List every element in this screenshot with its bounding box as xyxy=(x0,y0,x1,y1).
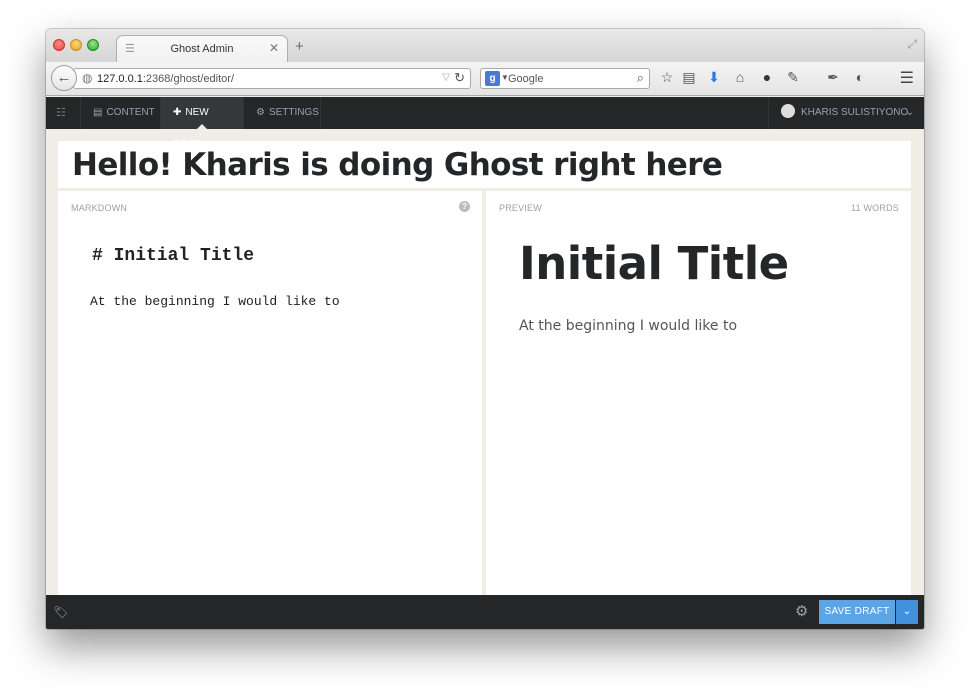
markdown-paragraph[interactable]: At the beginning I would like to xyxy=(90,294,340,309)
settings-icon: ⚙ xyxy=(256,107,265,118)
search-icon[interactable]: ⌕ xyxy=(637,70,644,86)
back-arrow-icon: ← xyxy=(56,69,72,86)
color-wheel-icon[interactable]: ◐ xyxy=(851,69,869,85)
active-indicator xyxy=(197,124,207,129)
tag-icon[interactable]: 🏷 xyxy=(53,605,68,619)
tab-title: Ghost Admin xyxy=(170,43,234,55)
nav-settings[interactable]: ⚙ SETTINGS xyxy=(243,97,321,129)
navigation-bar: ◍ 127.0.0.1:2368/ghost/editor/ ▽ ↻ ← g ▼… xyxy=(46,62,924,96)
zoom-window-button[interactable] xyxy=(87,39,99,51)
preview-paragraph: At the beginning I would like to xyxy=(519,318,738,334)
markdown-heading[interactable]: # Initial Title xyxy=(92,246,254,266)
markdown-pane[interactable]: MARKDOWN ? # Initial Title At the beginn… xyxy=(58,191,482,595)
globe-icon: ◍ xyxy=(82,71,93,85)
search-bar[interactable]: g ▼ Google ⌕ xyxy=(480,68,650,89)
close-tab-icon[interactable]: ✕ xyxy=(269,41,279,55)
new-tab-button[interactable]: + xyxy=(295,38,304,55)
pen-tool-icon[interactable]: ✒ xyxy=(824,69,842,86)
download-icon[interactable]: ⬇ xyxy=(705,69,723,86)
post-title[interactable]: Hello! Kharis is doing Ghost right here xyxy=(72,147,723,183)
preview-pane: PREVIEW 11 WORDS Initial Title At the be… xyxy=(486,191,911,595)
search-input[interactable]: Google xyxy=(508,73,543,85)
help-icon[interactable]: ? xyxy=(459,201,470,212)
menu-icon[interactable]: ☰ xyxy=(900,68,914,88)
eyedropper-icon[interactable]: ✎ xyxy=(784,69,802,86)
back-button[interactable]: ← xyxy=(51,65,77,91)
url-text[interactable]: 127.0.0.1:2368/ghost/editor/ xyxy=(97,73,234,85)
browser-window: ☰ Ghost Admin ✕ + ⤢ ◍ 127.0.0.1:2368/gho… xyxy=(46,29,924,629)
nav-content[interactable]: ▤ CONTENT xyxy=(80,97,167,129)
chevron-down-icon[interactable]: ⌄ xyxy=(906,97,914,129)
content-icon: ▤ xyxy=(93,107,103,118)
extension-icon[interactable]: ● xyxy=(758,69,776,85)
user-name: KHARIS SULISTIYONO xyxy=(801,107,909,118)
reload-icon[interactable]: ↻ xyxy=(454,70,465,86)
tab-strip: ☰ Ghost Admin ✕ + ⤢ xyxy=(46,29,924,63)
url-bar[interactable]: ◍ 127.0.0.1:2368/ghost/editor/ ▽ ↻ xyxy=(73,68,471,89)
preview-heading: Initial Title xyxy=(519,237,789,290)
markdown-label: MARKDOWN xyxy=(71,203,128,213)
editor-footer: 🏷 ⚙ SAVE DRAFT ⌄ xyxy=(46,595,924,629)
chevron-down-icon: ⌄ xyxy=(902,606,912,617)
browser-tab[interactable]: ☰ Ghost Admin ✕ xyxy=(116,35,288,63)
fullscreen-icon[interactable]: ⤢ xyxy=(907,37,917,52)
close-window-button[interactable] xyxy=(53,39,65,51)
home-icon[interactable]: ⌂ xyxy=(731,69,749,85)
save-options-dropdown[interactable]: ⌄ xyxy=(896,600,918,624)
minimize-window-button[interactable] xyxy=(70,39,82,51)
preview-label: PREVIEW xyxy=(499,203,542,213)
word-count: 11 WORDS xyxy=(851,203,899,213)
reading-list-icon[interactable]: ▤ xyxy=(680,69,698,86)
ghost-menu-icon[interactable]: ☷ xyxy=(56,106,66,119)
plus-icon: ✚ xyxy=(173,107,182,118)
save-draft-button[interactable]: SAVE DRAFT xyxy=(819,600,895,624)
ghost-header: ☷ ▤CONTENT ✚NEW POST ⚙SETTINGS KHARIS SU… xyxy=(46,97,924,150)
bookmark-star-icon[interactable]: ☆ xyxy=(658,69,676,86)
user-menu[interactable]: KHARIS SULISTIYONO ⌄ xyxy=(768,97,924,129)
dropdown-arrow-icon[interactable]: ▽ xyxy=(442,72,450,83)
google-icon[interactable]: g xyxy=(485,71,500,86)
gear-icon[interactable]: ⚙ xyxy=(795,602,808,620)
post-title-field[interactable]: Hello! Kharis is doing Ghost right here xyxy=(58,141,911,188)
avatar xyxy=(781,104,795,119)
